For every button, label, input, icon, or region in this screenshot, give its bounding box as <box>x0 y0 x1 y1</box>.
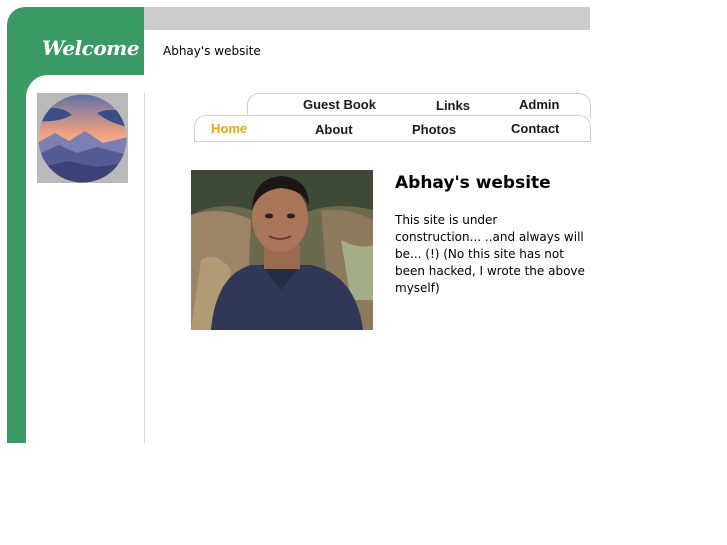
portrait-image <box>191 170 373 330</box>
profile-photo <box>191 170 373 330</box>
site-name: Abhay's website <box>163 44 261 58</box>
tab-home[interactable]: Home <box>211 121 247 136</box>
tab-photos[interactable]: Photos <box>412 122 456 137</box>
tab-contact[interactable]: Contact <box>511 121 559 136</box>
tab-guest-book[interactable]: Guest Book <box>303 97 376 112</box>
intro-text: This site is under construction... ..and… <box>395 213 585 295</box>
tab-about[interactable]: About <box>315 122 353 137</box>
sidebar-band <box>7 75 26 443</box>
page-title: Abhay's website <box>395 173 551 193</box>
welcome-text: Welcome to <box>42 36 168 60</box>
top-bar <box>144 7 590 30</box>
logo <box>37 93 128 183</box>
tab-links[interactable]: Links <box>436 98 470 113</box>
sunset-logo-icon <box>38 94 127 183</box>
tab-admin[interactable]: Admin <box>519 97 559 112</box>
divider <box>144 93 145 443</box>
